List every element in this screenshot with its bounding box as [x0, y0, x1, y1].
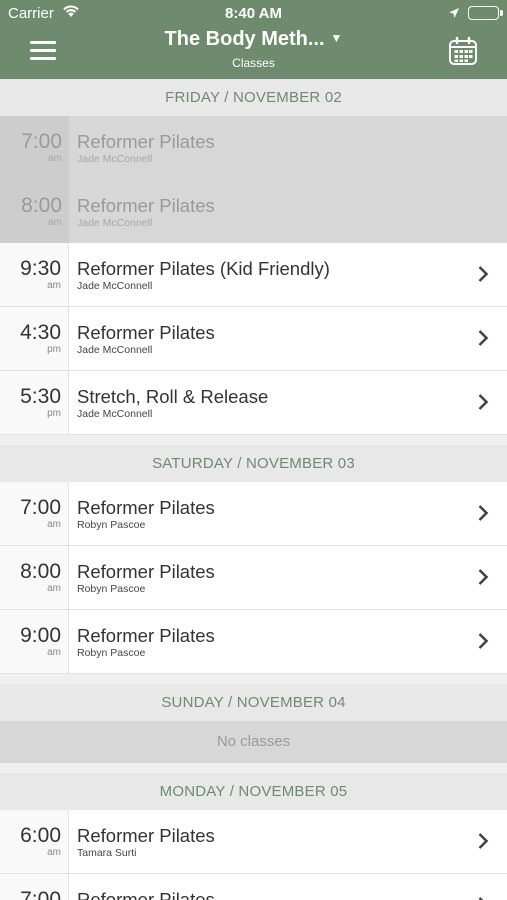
class-instructor: Tamara Surti [77, 847, 137, 859]
calendar-button[interactable] [448, 36, 478, 71]
location-arrow-icon [448, 6, 460, 23]
chevron-right-icon [478, 897, 484, 900]
class-ampm: am [47, 583, 61, 594]
class-name: Stretch, Roll & Release [77, 386, 269, 407]
class-row[interactable]: 7:00 am Reformer Pilates Robyn Pascoe [0, 482, 507, 546]
class-instructor: Jade McConnell [77, 408, 153, 420]
class-row[interactable]: 9:00 am Reformer Pilates Robyn Pascoe [0, 610, 507, 674]
class-name: Reformer Pilates [77, 322, 215, 343]
status-bar: Carrier 8:40 AM [0, 0, 507, 26]
class-name: Reformer Pilates [77, 625, 215, 646]
class-row[interactable]: 7:00 Reformer Pilates [0, 874, 507, 900]
class-instructor: Jade McConnell [77, 153, 153, 165]
time-column: 5:30 pm [0, 371, 69, 434]
class-name: Reformer Pilates [77, 194, 215, 216]
time-column: 9:30 am [0, 243, 69, 306]
class-time: 7:00 [21, 130, 62, 153]
class-schedule-list: FRIDAY / NOVEMBER 02 7:00 am Reformer Pi… [0, 79, 507, 900]
class-row[interactable]: 4:30 pm Reformer Pilates Jade McConnell [0, 307, 507, 371]
time-column: 8:00 am [0, 179, 69, 243]
location-selector[interactable]: The Body Meth... ▼ Classes [100, 28, 407, 70]
class-time: 8:00 [20, 560, 61, 583]
class-ampm: pm [47, 344, 61, 355]
section-gap [0, 763, 507, 773]
page-title: The Body Meth... ▼ [100, 28, 407, 51]
menu-button[interactable] [30, 41, 56, 63]
class-time: 9:30 [20, 257, 61, 280]
class-name: Reformer Pilates [77, 889, 215, 900]
class-ampm: am [48, 153, 62, 164]
day-header: SATURDAY / NOVEMBER 03 [0, 445, 507, 482]
time-column: 8:00 am [0, 546, 69, 609]
hamburger-icon-bar [30, 41, 56, 44]
class-instructor: Jade McConnell [77, 216, 153, 229]
class-row: 8:00 am Reformer Pilates Jade McConnell [0, 179, 507, 243]
class-instructor: Jade McConnell [77, 280, 153, 292]
class-ampm: am [47, 519, 61, 530]
time-column: 9:00 am [0, 610, 69, 673]
day-header: SUNDAY / NOVEMBER 04 [0, 684, 507, 721]
class-time: 7:00 [20, 496, 61, 519]
day-header: FRIDAY / NOVEMBER 02 [0, 79, 507, 116]
class-row[interactable]: 5:30 pm Stretch, Roll & Release Jade McC… [0, 371, 507, 435]
status-time: 8:40 AM [225, 5, 282, 22]
section-gap [0, 435, 507, 445]
class-ampm: am [47, 280, 61, 291]
hamburger-icon-bar [30, 49, 56, 52]
class-name: Reformer Pilates [77, 131, 215, 152]
class-time: 8:00 [21, 193, 62, 217]
class-time: 7:00 [20, 888, 61, 900]
page-title-text: The Body Meth... [164, 28, 325, 50]
chevron-right-icon [478, 633, 489, 649]
time-column: 4:30 pm [0, 307, 69, 370]
chevron-right-icon [478, 833, 489, 849]
app-header: Carrier 8:40 AM The Body Meth... ▼ Classe… [0, 0, 507, 79]
class-time: 4:30 [20, 321, 61, 344]
chevron-right-icon [478, 505, 489, 521]
class-name: Reformer Pilates [77, 561, 215, 582]
class-ampm: am [47, 847, 61, 858]
class-instructor: Robyn Pascoe [77, 583, 146, 595]
class-name: Reformer Pilates [77, 497, 215, 518]
class-row[interactable]: 9:30 am Reformer Pilates (Kid Friendly) … [0, 243, 507, 307]
page-subtitle: Classes [232, 56, 275, 70]
time-column: 7:00 am [0, 116, 69, 180]
class-row: 7:00 am Reformer Pilates Jade McConnell [0, 116, 507, 180]
battery-icon [468, 6, 503, 20]
class-ampm: pm [47, 408, 61, 419]
time-column: 6:00 am [0, 810, 69, 873]
time-column: 7:00 [0, 874, 69, 900]
time-column: 7:00 am [0, 482, 69, 545]
chevron-right-icon [478, 266, 489, 282]
hamburger-icon-bar [30, 57, 56, 60]
calendar-icon [449, 36, 477, 65]
chevron-right-icon [478, 394, 489, 410]
class-instructor: Jade McConnell [77, 344, 153, 356]
class-row[interactable]: 8:00 am Reformer Pilates Robyn Pascoe [0, 546, 507, 610]
class-time: 5:30 [20, 385, 61, 408]
class-time: 9:00 [20, 624, 61, 647]
dropdown-caret-icon: ▼ [330, 31, 343, 45]
chevron-right-icon [478, 569, 489, 585]
class-instructor: Robyn Pascoe [77, 647, 146, 659]
class-instructor: Robyn Pascoe [77, 519, 146, 531]
class-time: 6:00 [20, 824, 61, 847]
chevron-right-icon [478, 330, 489, 346]
class-name: Reformer Pilates [77, 825, 215, 846]
day-header: MONDAY / NOVEMBER 05 [0, 773, 507, 810]
section-gap [0, 674, 507, 684]
class-ampm: am [47, 647, 61, 658]
class-row[interactable]: 6:00 am Reformer Pilates Tamara Surti [0, 810, 507, 874]
class-name: Reformer Pilates (Kid Friendly) [77, 258, 330, 279]
class-ampm: am [48, 216, 62, 228]
no-classes-message: No classes [0, 721, 507, 763]
